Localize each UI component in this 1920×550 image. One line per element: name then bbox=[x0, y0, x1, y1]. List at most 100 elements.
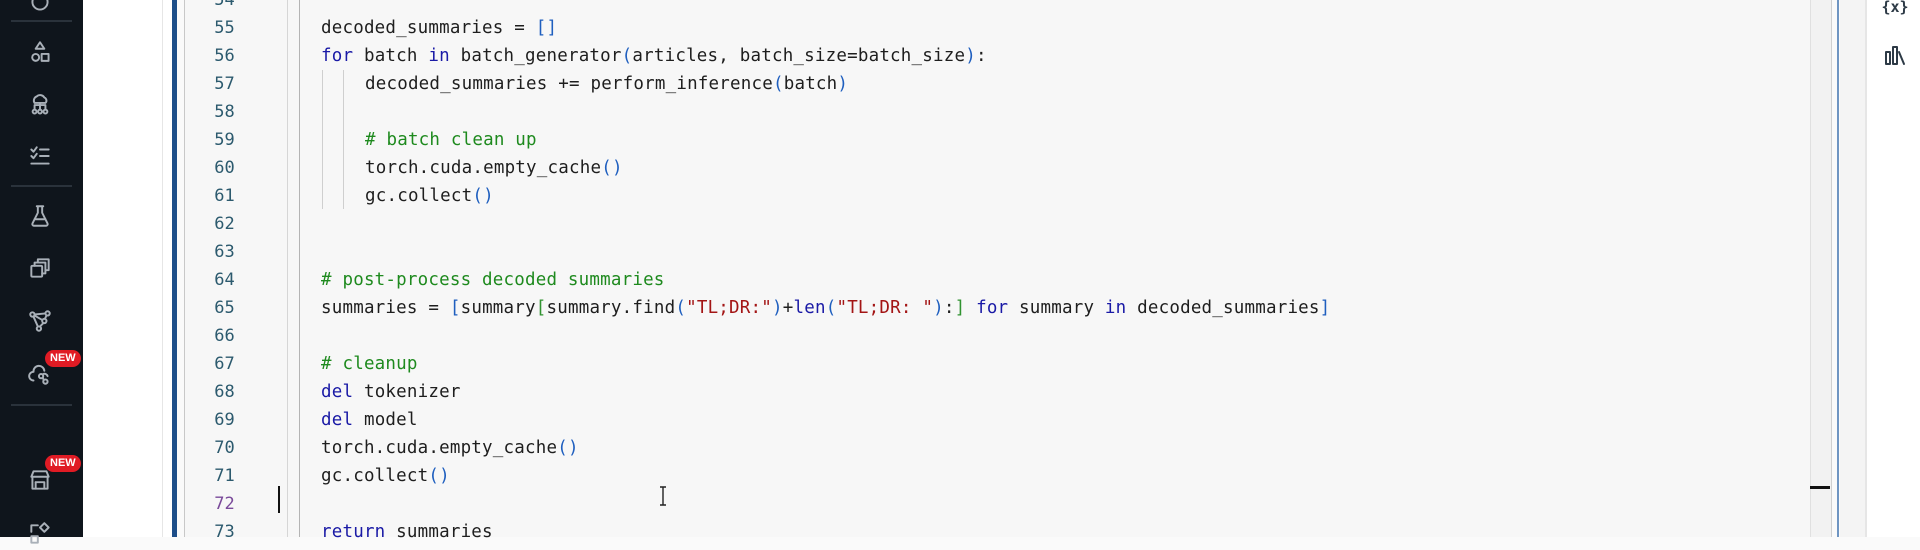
code-token: summaries = bbox=[321, 298, 450, 318]
code-token: () bbox=[601, 158, 623, 178]
code-token: summary bbox=[460, 298, 536, 318]
variables-icon: {x} bbox=[1881, 0, 1909, 16]
code-token: ) bbox=[933, 298, 944, 318]
code-token: len bbox=[793, 298, 826, 318]
line-number: 62 bbox=[214, 214, 235, 234]
right-gutter bbox=[1840, 0, 1867, 537]
code-token: articles, batch_size=batch_size bbox=[632, 46, 966, 66]
line-number: 65 bbox=[214, 298, 235, 318]
code-token: ( bbox=[825, 298, 837, 318]
code-token: in bbox=[1104, 298, 1127, 318]
sidebar-item-tasks[interactable] bbox=[24, 140, 56, 172]
code-line[interactable]: summaries = [summary[summary.find("TL;DR… bbox=[321, 294, 1330, 322]
code-token: [ bbox=[449, 298, 461, 318]
line-number: 70 bbox=[214, 438, 235, 458]
code-line[interactable]: return summaries bbox=[321, 518, 493, 546]
code-token: gc.collect bbox=[365, 186, 473, 206]
code-line[interactable]: del tokenizer bbox=[321, 378, 461, 406]
code-token: summary bbox=[1008, 298, 1105, 318]
code-token: ( bbox=[675, 298, 687, 318]
code-line[interactable]: # cleanup bbox=[321, 350, 418, 378]
code-line[interactable]: gc.collect() bbox=[321, 462, 450, 490]
gutter-separator bbox=[299, 0, 300, 537]
network-icon bbox=[29, 310, 51, 332]
editor-scrollbar[interactable] bbox=[1810, 0, 1832, 537]
line-number: 72 bbox=[214, 494, 235, 514]
code-token: summaries bbox=[385, 522, 493, 542]
code-line[interactable]: del model bbox=[321, 406, 418, 434]
variables-button[interactable]: {x} bbox=[1880, 0, 1910, 20]
code-token: [ bbox=[535, 298, 547, 318]
line-number: 71 bbox=[214, 466, 235, 486]
stack-icon bbox=[30, 258, 50, 278]
code-token: for bbox=[321, 46, 354, 66]
code-line[interactable]: torch.cuda.empty_cache() bbox=[321, 434, 579, 462]
code-line[interactable]: # post-process decoded summaries bbox=[321, 266, 665, 294]
text-cursor bbox=[278, 486, 280, 513]
code-token: decoded_summaries bbox=[1126, 298, 1320, 318]
line-number: 54 bbox=[214, 0, 235, 10]
code-token: ( bbox=[772, 74, 784, 94]
code-token: : bbox=[975, 46, 987, 66]
code-token: : bbox=[943, 298, 955, 318]
line-number: 64 bbox=[214, 270, 235, 290]
code-token: summary.find bbox=[546, 298, 676, 318]
code-token: gc.collect bbox=[321, 466, 429, 486]
left-sidebar: NEW NEW bbox=[0, 0, 83, 544]
sidebar-item-pipelines[interactable] bbox=[24, 88, 56, 120]
code-token: () bbox=[472, 186, 494, 206]
code-token: decoded_summaries += perform_inference bbox=[365, 74, 773, 94]
code-line[interactable]: # batch clean up bbox=[365, 126, 537, 154]
code-token: "TL;DR:" bbox=[686, 298, 772, 318]
cell-focus-border bbox=[1837, 0, 1839, 537]
code-line[interactable]: torch.cuda.empty_cache() bbox=[365, 154, 623, 182]
code-token: # batch clean up bbox=[365, 130, 537, 150]
sidebar-item-endpoints[interactable] bbox=[24, 305, 56, 337]
charts-button[interactable] bbox=[1880, 43, 1910, 69]
code-token: batch bbox=[783, 74, 838, 94]
sidebar-item-tools[interactable] bbox=[24, 518, 56, 550]
top-partial-icon[interactable] bbox=[24, 0, 56, 18]
sidebar-item-models[interactable] bbox=[24, 252, 56, 284]
sidebar-item-components[interactable] bbox=[24, 36, 56, 68]
code-line[interactable]: decoded_summaries += perform_inference(b… bbox=[365, 70, 848, 98]
bar-chart-icon bbox=[1885, 46, 1905, 65]
code-token: ( bbox=[621, 46, 633, 66]
sidebar-item-experiments[interactable] bbox=[24, 200, 56, 232]
scroll-cursor-marker bbox=[1810, 486, 1830, 489]
code-token: ) bbox=[837, 74, 849, 94]
sidebar-divider bbox=[11, 185, 72, 187]
code-token: batch_generator bbox=[449, 46, 622, 66]
line-number: 57 bbox=[214, 74, 235, 94]
line-number: 59 bbox=[214, 130, 235, 150]
code-token: tokenizer bbox=[353, 382, 461, 402]
line-number: 66 bbox=[214, 326, 235, 346]
code-line[interactable]: for batch in batch_generator(articles, b… bbox=[321, 42, 987, 70]
code-token: del bbox=[321, 410, 354, 430]
code-token: [] bbox=[535, 18, 558, 38]
code-line[interactable]: decoded_summaries = [] bbox=[321, 14, 557, 42]
checklist-icon bbox=[30, 146, 50, 165]
line-number: 67 bbox=[214, 354, 235, 374]
line-number: 61 bbox=[214, 186, 235, 206]
line-number: 60 bbox=[214, 158, 235, 178]
hierarchy-icon bbox=[31, 94, 49, 115]
code-line[interactable]: gc.collect() bbox=[365, 182, 494, 210]
line-number: 55 bbox=[214, 18, 235, 38]
code-token: decoded_summaries = bbox=[321, 18, 536, 38]
indent-guide bbox=[322, 70, 323, 209]
line-number: 73 bbox=[214, 522, 235, 542]
code-token: ) bbox=[965, 46, 976, 66]
panel-divider bbox=[162, 0, 163, 537]
sidebar-divider bbox=[11, 20, 72, 22]
code-token: model bbox=[353, 410, 418, 430]
code-token: + bbox=[782, 298, 794, 318]
code-token: for bbox=[976, 298, 1009, 318]
ibeam-cursor-icon bbox=[660, 486, 666, 506]
right-sidebar bbox=[1867, 0, 1920, 537]
code-token: # cleanup bbox=[321, 354, 418, 374]
code-token: ] bbox=[954, 298, 966, 318]
line-number: 56 bbox=[214, 46, 235, 66]
line-number: 58 bbox=[214, 102, 235, 122]
